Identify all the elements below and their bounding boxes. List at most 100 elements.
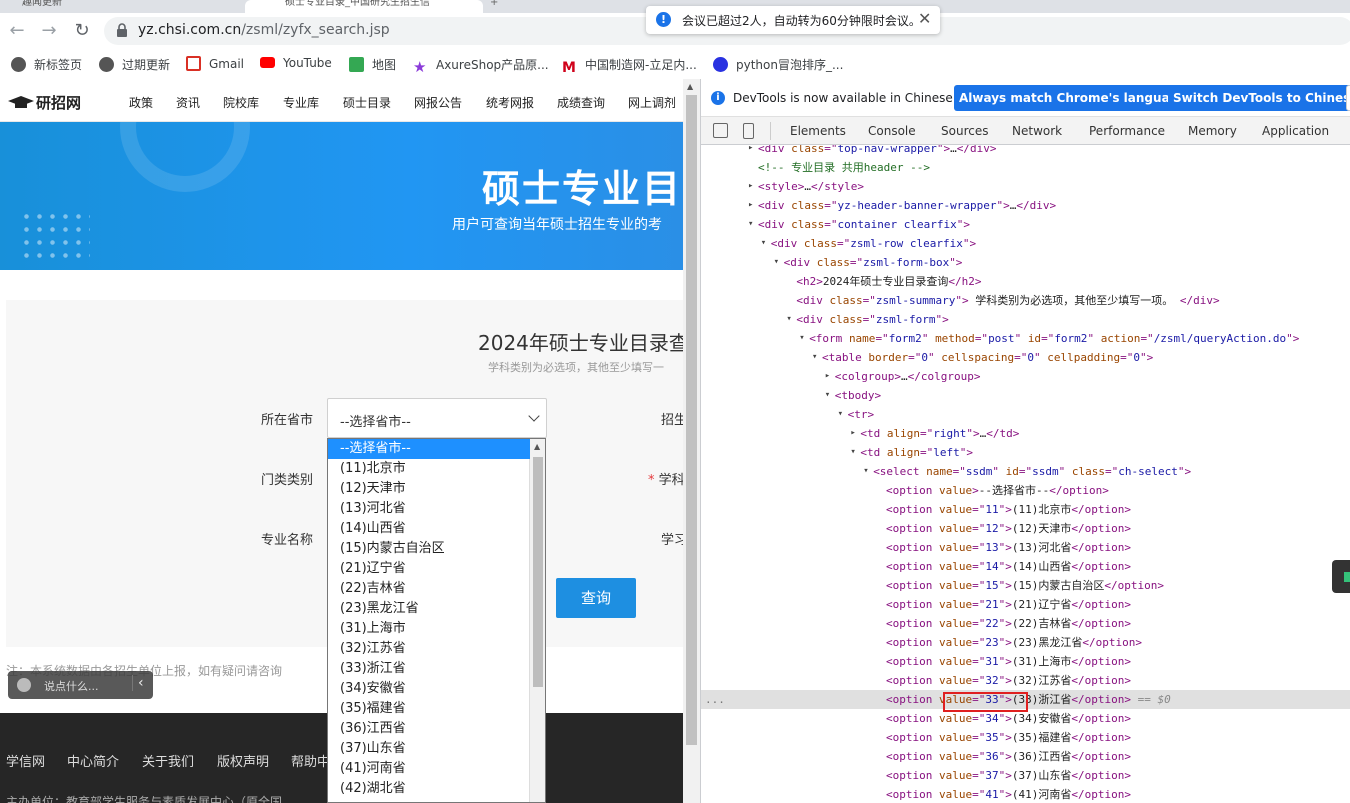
dom-node-line[interactable]: <option value="32">(32)江苏省</option> xyxy=(701,671,1350,690)
emoji-icon[interactable] xyxy=(17,678,31,692)
tab-memory[interactable]: Memory xyxy=(1188,124,1237,138)
scroll-up-icon[interactable]: ▲ xyxy=(687,82,693,91)
collapse-triangle-icon[interactable]: ▾ xyxy=(838,405,848,424)
expand-triangle-icon[interactable]: ▸ xyxy=(850,424,860,443)
dropdown-option[interactable]: (34)安徽省 xyxy=(328,679,530,699)
footer-link[interactable]: 中心简介 xyxy=(67,751,119,770)
expand-triangle-icon[interactable]: ▸ xyxy=(748,196,758,215)
dropdown-option[interactable]: (33)浙江省 xyxy=(328,659,530,679)
dropdown-option[interactable]: (15)内蒙古自治区 xyxy=(328,539,530,559)
dom-node-line[interactable]: <option value="36">(36)江西省</option> xyxy=(701,747,1350,766)
collapse-triangle-icon[interactable]: ▾ xyxy=(799,329,809,348)
dom-node-line[interactable]: ▾ <form name="form2" method="post" id="fo… xyxy=(701,329,1350,348)
dom-node-line[interactable]: <option value="11">(11)北京市</option> xyxy=(701,500,1350,519)
switch-language-button[interactable]: Switch DevTools to Chinese xyxy=(1168,85,1350,111)
dom-node-line[interactable]: <option value="31">(31)上海市</option> xyxy=(701,652,1350,671)
footer-link[interactable]: 帮助中 xyxy=(291,751,330,770)
dom-node-line[interactable]: ▾ <tr> xyxy=(701,405,1350,424)
expand-triangle-icon[interactable]: ▸ xyxy=(748,177,758,196)
dropdown-option[interactable]: (36)江西省 xyxy=(328,719,530,739)
dom-node-line[interactable]: ▸ <div class="yz-header-banner-wrapper">…… xyxy=(701,196,1350,215)
dropdown-option[interactable]: (12)天津市 xyxy=(328,479,530,499)
dom-node-line[interactable]: <option value="21">(21)辽宁省</option> xyxy=(701,595,1350,614)
dom-node-line[interactable]: <!-- 专业目录 共用header --> xyxy=(701,158,1350,177)
nav-link[interactable]: 资讯 xyxy=(176,94,200,111)
page-scrollbar[interactable]: ▲ xyxy=(683,79,700,803)
dropdown-option[interactable]: (31)上海市 xyxy=(328,619,530,639)
dom-node-line[interactable]: <option value="23">(23)黑龙江省</option> xyxy=(701,633,1350,652)
dom-node-line[interactable]: ▾ <table border="0" cellspacing="0" cellp… xyxy=(701,348,1350,367)
bookmark-item[interactable]: ★ AxureShop产品原... xyxy=(413,56,549,75)
dom-node-line[interactable]: <div class="zsml-summary"> 学科类别为必选项，其他至少… xyxy=(701,291,1350,310)
dom-node-line[interactable]: ▾ <div class="zsml-form"> xyxy=(701,310,1350,329)
dom-node-line[interactable]: ▸ <colgroup>…</colgroup> xyxy=(701,367,1350,386)
footer-link[interactable]: 版权声明 xyxy=(217,751,269,770)
nav-link[interactable]: 硕士目录 xyxy=(343,94,391,111)
side-widget[interactable] xyxy=(1332,560,1350,593)
bookmark-item[interactable]: 过期更新 xyxy=(99,56,170,73)
dropdown-option[interactable]: --选择省市-- xyxy=(328,439,530,459)
dom-node-line[interactable]: <h2>2024年硕士专业目录查询</h2> xyxy=(701,272,1350,291)
back-arrow-icon[interactable]: ← xyxy=(6,21,28,43)
collapse-triangle-icon[interactable]: ▾ xyxy=(850,443,860,462)
dom-node-line[interactable]: <option value>--选择省市--</option> xyxy=(701,481,1350,500)
dom-node-line[interactable]: ▸ <div class="top-nav-wrapper">…</div> xyxy=(701,145,1350,158)
dom-node-line[interactable]: ▾ <div class="container clearfix"> xyxy=(701,215,1350,234)
query-button[interactable]: 查询 xyxy=(556,578,636,618)
dropdown-option[interactable]: (22)吉林省 xyxy=(328,579,530,599)
dom-node-line[interactable]: ▸ <style>…</style> xyxy=(701,177,1350,196)
dont-show-button[interactable] xyxy=(1346,85,1350,111)
nav-link[interactable]: 网报公告 xyxy=(414,94,462,111)
dropdown-option[interactable]: (23)黑龙江省 xyxy=(328,599,530,619)
tab-performance[interactable]: Performance xyxy=(1089,124,1165,138)
chat-input-widget[interactable]: 说点什么... ‹ xyxy=(8,671,153,699)
scroll-thumb[interactable] xyxy=(686,95,697,745)
dom-node-line[interactable]: <option value="37">(37)山东省</option> xyxy=(701,766,1350,785)
dropdown-option[interactable]: (41)河南省 xyxy=(328,759,530,779)
province-dropdown-list[interactable]: ▲ --选择省市-- (11)北京市 (12)天津市 (13)河北省 (14)山西省 (1… xyxy=(327,438,546,803)
tab-application[interactable]: Application xyxy=(1262,124,1329,138)
dropdown-option[interactable]: (14)山西省 xyxy=(328,519,530,539)
expand-triangle-icon[interactable]: ▸ xyxy=(748,145,758,158)
browser-tab[interactable]: 趣闻更新 xyxy=(0,0,240,13)
forward-arrow-icon[interactable]: → xyxy=(38,21,60,43)
scroll-thumb[interactable] xyxy=(533,457,543,687)
dom-node-line[interactable]: <option value="13">(13)河北省</option> xyxy=(701,538,1350,557)
nav-link[interactable]: 成绩查询 xyxy=(557,94,605,111)
dropdown-option[interactable]: (42)湖北省 xyxy=(328,779,530,799)
dropdown-scrollbar[interactable]: ▲ xyxy=(529,439,545,802)
dropdown-option[interactable]: (32)江苏省 xyxy=(328,639,530,659)
device-toolbar-icon[interactable] xyxy=(743,123,754,139)
dropdown-option[interactable]: (11)北京市 xyxy=(328,459,530,479)
new-tab-button[interactable]: + xyxy=(490,0,640,13)
tab-network[interactable]: Network xyxy=(1012,124,1062,138)
tab-sources[interactable]: Sources xyxy=(941,124,988,138)
dom-node-line[interactable]: ▾ <div class="zsml-form-box"> xyxy=(701,253,1350,272)
tab-elements[interactable]: Elements xyxy=(790,124,846,138)
bookmark-item[interactable]: python冒泡排序_... xyxy=(713,56,843,73)
footer-link[interactable]: 关于我们 xyxy=(142,751,194,770)
site-logo[interactable]: 研招网 xyxy=(8,92,81,113)
collapse-triangle-icon[interactable]: ▾ xyxy=(812,348,822,367)
nav-link[interactable]: 院校库 xyxy=(223,94,259,111)
dom-node-line[interactable]: <option value="15">(15)内蒙古自治区</option> xyxy=(701,576,1350,595)
close-icon[interactable]: ✕ xyxy=(918,9,931,28)
nav-link[interactable]: 网上调剂 xyxy=(628,94,676,111)
nav-link[interactable]: 统考网报 xyxy=(486,94,534,111)
dom-node-line[interactable]: <option value="14">(14)山西省</option> xyxy=(701,557,1350,576)
dom-node-line[interactable]: <option value="35">(35)福建省</option> xyxy=(701,728,1350,747)
footer-link[interactable]: 学信网 xyxy=(6,751,45,770)
dom-node-line[interactable]: ▸ <td align="right">…</td> xyxy=(701,424,1350,443)
reload-icon[interactable]: ↻ xyxy=(71,21,93,43)
dom-node-line[interactable]: <option value="41">(41)河南省</option> xyxy=(701,785,1350,803)
inspect-element-icon[interactable] xyxy=(713,123,728,138)
expand-triangle-icon[interactable]: ▸ xyxy=(825,367,835,386)
dropdown-option[interactable]: (21)辽宁省 xyxy=(328,559,530,579)
collapse-triangle-icon[interactable]: ▾ xyxy=(774,253,784,272)
dom-node-line[interactable]: <option value="12">(12)天津市</option> xyxy=(701,519,1350,538)
tab-console[interactable]: Console xyxy=(868,124,916,138)
collapse-triangle-icon[interactable]: ▾ xyxy=(748,215,758,234)
dropdown-option[interactable]: (37)山东省 xyxy=(328,739,530,759)
browser-tab-active[interactable]: 硕士专业目录_中国研究生招生信 xyxy=(245,0,483,13)
collapse-triangle-icon[interactable]: ▾ xyxy=(786,310,796,329)
